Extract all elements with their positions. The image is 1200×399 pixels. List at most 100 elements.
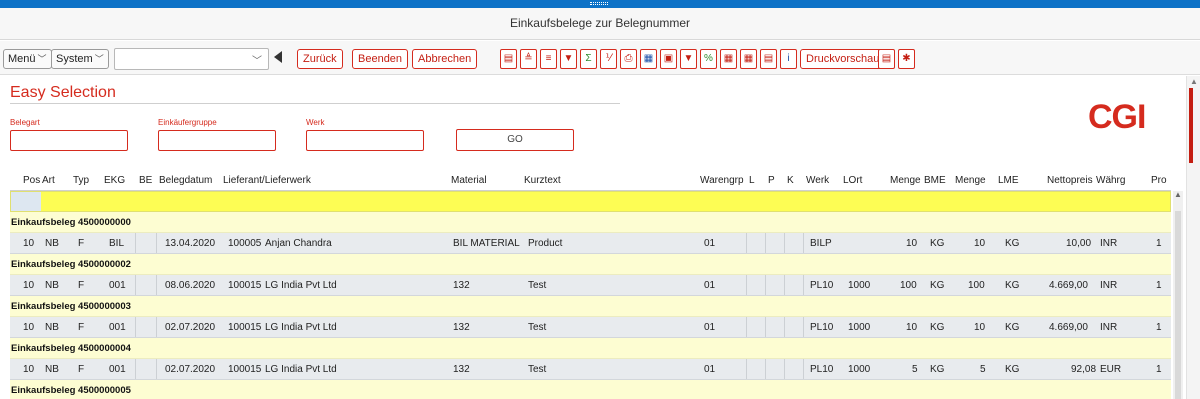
belegart-input[interactable] — [10, 130, 128, 151]
col-waehrg[interactable]: Währg — [1096, 175, 1125, 186]
print-icon[interactable]: ⎙ — [620, 49, 637, 69]
cell-lort: 1000 — [848, 364, 871, 375]
col-pro[interactable]: Pro — [1151, 175, 1167, 186]
table-scrollbar[interactable]: ▲ — [1173, 190, 1183, 399]
group-header[interactable]: Einkaufsbeleg 4500000002 — [10, 254, 1171, 275]
cell-kurztext: Test — [528, 280, 547, 291]
menu-label: Menü — [8, 53, 36, 65]
cell-separator — [135, 359, 136, 379]
sum-icon[interactable]: Σ — [580, 49, 597, 69]
col-menge-2[interactable]: Menge — [955, 175, 986, 186]
cell-separator — [135, 317, 136, 337]
cell-art: NB — [45, 364, 59, 375]
document-icon[interactable]: ▤ — [878, 49, 895, 69]
col-pos[interactable]: Pos — [23, 175, 40, 186]
local-file-icon[interactable]: ▣ — [660, 49, 677, 69]
col-warengrp[interactable]: Warengrp — [700, 175, 744, 186]
table-scrollbar-thumb[interactable] — [1175, 211, 1181, 399]
table-row[interactable]: 10 NB F 001 08.06.2020 100015 LG India P… — [10, 275, 1171, 296]
app-window: Einkaufsbelege zur Belegnummer Menü ﹀ Sys… — [0, 0, 1200, 399]
cancel-button[interactable]: Abbrechen — [412, 49, 478, 69]
col-ekg[interactable]: EKG — [104, 175, 125, 186]
group-header[interactable]: Einkaufsbeleg 4500000005 — [10, 380, 1171, 399]
table-view-icon[interactable]: ▦ — [720, 49, 737, 69]
sort-ascending-icon[interactable]: ≜ — [520, 49, 537, 69]
filter-icon[interactable]: ▼ — [560, 49, 577, 69]
einkaeufergruppe-input[interactable] — [158, 130, 276, 151]
settings-icon[interactable]: ✱ — [898, 49, 915, 69]
col-typ[interactable]: Typ — [73, 175, 89, 186]
go-button[interactable]: GO — [456, 129, 574, 151]
werk-input[interactable] — [306, 130, 424, 151]
col-be[interactable]: BE — [139, 175, 152, 186]
execute-arrow-icon[interactable] — [274, 51, 282, 63]
cell-ekg: 001 — [109, 322, 126, 333]
subtotal-icon[interactable]: ⅟ — [600, 49, 617, 69]
cell-separator — [765, 275, 766, 295]
export-icon[interactable]: ▦ — [640, 49, 657, 69]
cell-menge-2: 10 — [974, 322, 986, 333]
cell-ekg: BIL — [109, 238, 125, 249]
col-lieferant[interactable]: Lieferant/Lieferwerk — [223, 175, 311, 186]
belegart-label: Belegart — [10, 118, 40, 127]
abc-analysis-icon[interactable]: % — [700, 49, 717, 69]
choose-layout-icon[interactable]: ▤ — [760, 49, 777, 69]
resize-grip-icon[interactable] — [590, 2, 608, 5]
page-scrollbar[interactable]: ▲ — [1186, 76, 1200, 399]
group-header[interactable]: Einkaufsbeleg 4500000004 — [10, 338, 1171, 359]
table-row[interactable]: 10 NB F 001 02.07.2020 100015 LG India P… — [10, 359, 1171, 380]
col-kurztext[interactable]: Kurztext — [524, 175, 561, 186]
cell-separator — [156, 275, 157, 295]
col-werk[interactable]: Werk — [806, 175, 829, 186]
info-icon[interactable]: i — [780, 49, 797, 69]
group-label: Einkaufsbeleg 4500000004 — [11, 343, 131, 354]
chevron-down-icon[interactable]: ﹀ — [252, 52, 262, 67]
cell-pos: 10 — [23, 364, 35, 375]
col-art[interactable]: Art — [42, 175, 55, 186]
easy-selection-title: Easy Selection — [10, 84, 116, 101]
col-k[interactable]: K — [787, 175, 794, 186]
cell-nettopreis: 10,00 — [1066, 238, 1092, 249]
table-row[interactable]: 10 NB F BIL 13.04.2020 100005 Anjan Chan… — [10, 233, 1171, 254]
row-selector[interactable] — [11, 192, 41, 211]
col-lort[interactable]: LOrt — [843, 175, 862, 186]
exit-button[interactable]: Beenden — [352, 49, 409, 69]
cell-art: NB — [45, 322, 59, 333]
col-l[interactable]: L — [749, 175, 755, 186]
group-label: Einkaufsbeleg 4500000002 — [11, 259, 131, 270]
sort-descending-icon[interactable]: ≡ — [540, 49, 557, 69]
col-lme[interactable]: LME — [998, 175, 1019, 186]
command-field[interactable]: ﹀ — [114, 48, 269, 70]
back-button[interactable]: Zurück — [297, 49, 343, 69]
cell-separator — [784, 317, 785, 337]
cell-kurztext: Product — [528, 238, 563, 249]
scroll-up-icon[interactable]: ▲ — [1174, 190, 1182, 199]
page-scrollbar-thumb[interactable] — [1189, 88, 1193, 163]
cell-material: 132 — [453, 280, 470, 291]
layout-icon[interactable]: ▦ — [740, 49, 757, 69]
col-material[interactable]: Material — [451, 175, 487, 186]
group-header[interactable]: Einkaufsbeleg 4500000000 — [10, 212, 1171, 233]
cell-separator — [746, 359, 747, 379]
cell-menge: 10 — [906, 238, 918, 249]
details-icon[interactable]: ▤ — [500, 49, 517, 69]
col-nettopreis[interactable]: Nettopreis — [1047, 175, 1093, 186]
scroll-up-icon[interactable]: ▲ — [1190, 77, 1198, 86]
cell-lieferant: 100005 — [228, 238, 262, 249]
system-menu-button[interactable]: System ﹀ — [51, 49, 109, 69]
cell-separator — [765, 359, 766, 379]
col-bme[interactable]: BME — [924, 175, 946, 186]
cell-pro: 1 — [1156, 238, 1162, 249]
menu-button[interactable]: Menü ﹀ — [3, 49, 52, 69]
col-menge[interactable]: Menge — [890, 175, 921, 186]
table-row[interactable]: 10 NB F 001 02.07.2020 100015 LG India P… — [10, 317, 1171, 338]
group-header[interactable]: Einkaufsbeleg 4500000003 — [10, 296, 1171, 317]
col-belegdatum[interactable]: Belegdatum — [159, 175, 212, 186]
cell-separator — [803, 359, 804, 379]
filter-row[interactable] — [10, 191, 1171, 212]
cell-lort: 1000 — [848, 280, 871, 291]
cell-waehrg: EUR — [1100, 364, 1122, 375]
print-preview-button[interactable]: Druckvorschau — [800, 49, 886, 69]
col-p[interactable]: P — [768, 175, 775, 186]
mail-icon[interactable]: ▼ — [680, 49, 697, 69]
